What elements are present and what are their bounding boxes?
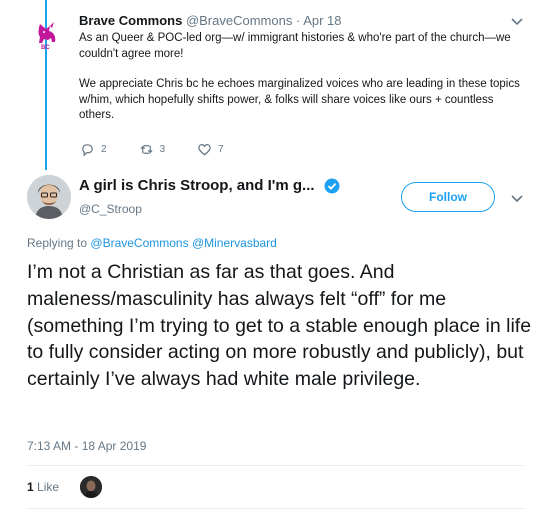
chevron-down-icon[interactable]	[510, 14, 524, 28]
author-display-name[interactable]: A girl is Chris Stroop, and I'm g...	[79, 177, 315, 194]
brave-commons-logo-text: BC	[41, 45, 50, 51]
parent-tweet-text: As an Queer & POC-led org—w/ immigrant h…	[79, 31, 531, 139]
reply-button[interactable]: 2	[80, 142, 107, 157]
tweet-text: I’m not a Christian as far as that goes.…	[27, 261, 532, 391]
dot-separator: ·	[295, 13, 301, 28]
retweet-button[interactable]: 3	[139, 142, 166, 157]
parent-tweet-date[interactable]: Apr 18	[303, 13, 341, 28]
reply-icon	[82, 144, 93, 157]
profile-photo	[27, 175, 71, 219]
parent-tweet-header: Brave Commons @BraveCommons · Apr 18	[79, 13, 342, 28]
verified-badge-icon	[324, 178, 340, 193]
retweet-count: 3	[159, 144, 166, 155]
parent-tweet-actions: 2 3 7	[80, 142, 256, 157]
likes-stat[interactable]: 1 Like	[27, 480, 59, 494]
parent-paragraph: As an Queer & POC-led org—w/ immigrant h…	[79, 32, 511, 60]
reply-count: 2	[101, 144, 107, 155]
parent-author-handle[interactable]: @BraveCommons	[186, 13, 292, 28]
tweet-timestamp[interactable]: 7:13 AM - 18 Apr 2019	[27, 439, 146, 453]
like-button[interactable]: 7	[197, 142, 224, 157]
like-count: 7	[218, 144, 224, 155]
divider	[27, 465, 524, 466]
author-handle[interactable]: @C_Stroop	[79, 202, 142, 216]
liker-photo	[80, 476, 102, 498]
brave-commons-avatar[interactable]: BC	[31, 20, 63, 56]
parent-paragraph: We appreciate Chris bc he echoes margina…	[79, 78, 520, 121]
likes-label: Like	[37, 480, 60, 494]
avatar[interactable]	[27, 175, 71, 219]
likes-count: 1	[27, 480, 34, 494]
chevron-down-icon[interactable]	[510, 191, 524, 205]
heart-icon	[198, 144, 211, 156]
follow-button[interactable]: Follow	[401, 182, 495, 212]
liker-avatar[interactable]	[80, 476, 102, 498]
mention-link[interactable]: @Minervasbard	[192, 236, 277, 250]
author-name-row: A girl is Chris Stroop, and I'm g...	[79, 177, 340, 194]
mention-link[interactable]: @BraveCommons	[90, 236, 188, 250]
replying-to-line: Replying to @BraveCommons @Minervasbard	[27, 236, 277, 250]
retweet-icon	[140, 145, 153, 154]
replying-to-prefix: Replying to	[27, 236, 88, 250]
divider	[27, 508, 524, 509]
parent-author-name[interactable]: Brave Commons	[79, 13, 182, 28]
